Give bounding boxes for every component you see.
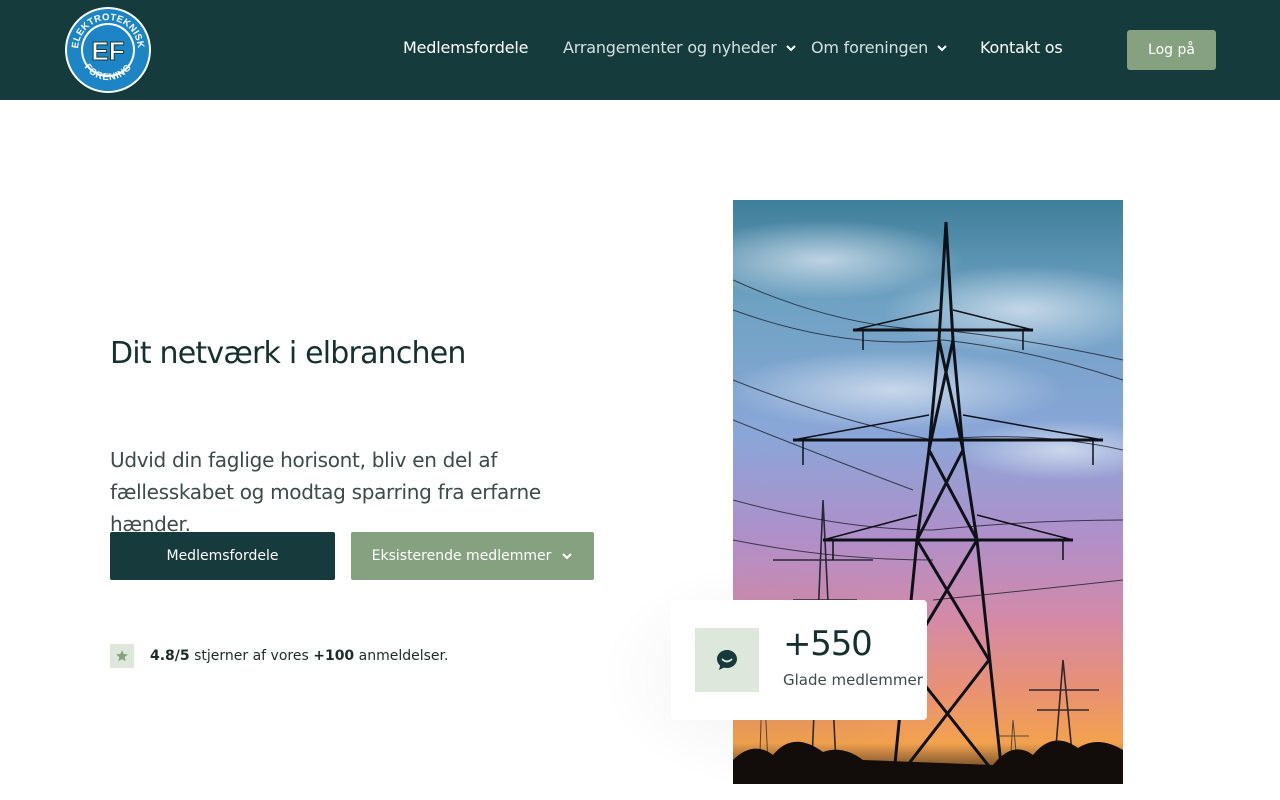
rating-text: 4.8/5 stjerner af vores +100 anmeldelser… [150,648,448,664]
chevron-down-icon [785,44,796,51]
svg-text:EF: EF [91,36,124,66]
nav-item-om-foreningen[interactable]: Om foreningen [811,38,948,57]
nav-item-medlemsfordele[interactable]: Medlemsfordele [403,38,528,57]
chevron-down-icon [937,44,947,51]
rating-count: +100 [313,648,355,664]
nav-item-label: Om foreningen [811,38,929,57]
rating-middle: stjerner af vores [194,648,309,664]
rating-score: 4.8/5 [150,648,190,664]
nav-item-arrangementer[interactable]: Arrangementer og nyheder [563,38,797,57]
hero-title: Dit netværk i elbranchen [110,336,466,371]
existing-members-button[interactable]: Eksisterende medlemmer [351,532,594,580]
stat-label: Glade medlemmer [783,671,923,689]
chat-bubble-icon [717,650,737,670]
rating: 4.8/5 stjerner af vores +100 anmeldelser… [110,644,448,668]
chevron-down-icon [562,553,573,560]
stat-value: +550 [783,624,873,664]
nav-item-label: Arrangementer og nyheder [563,38,777,57]
star-icon [116,650,128,662]
stat-icon-box [695,628,759,692]
login-button[interactable]: Log på [1127,30,1216,70]
existing-members-label: Eksisterende medlemmer [371,548,552,564]
site-header: ELEKTROTEKNISK FORENING EF Medlemsfordel… [0,0,1280,100]
nav-item-label: Medlemsfordele [403,38,529,57]
star-badge [110,644,134,668]
nav-item-kontakt[interactable]: Kontakt os [980,38,1063,57]
stat-card: +550 Glade medlemmer [671,600,927,720]
benefits-button[interactable]: Medlemsfordele [110,532,335,580]
nav-item-label: Kontakt os [980,38,1063,57]
logo[interactable]: ELEKTROTEKNISK FORENING EF [64,6,152,94]
rating-suffix: anmeldelser. [358,648,449,664]
hero-text: Udvid din faglige horisont, bliv en del … [110,448,541,536]
